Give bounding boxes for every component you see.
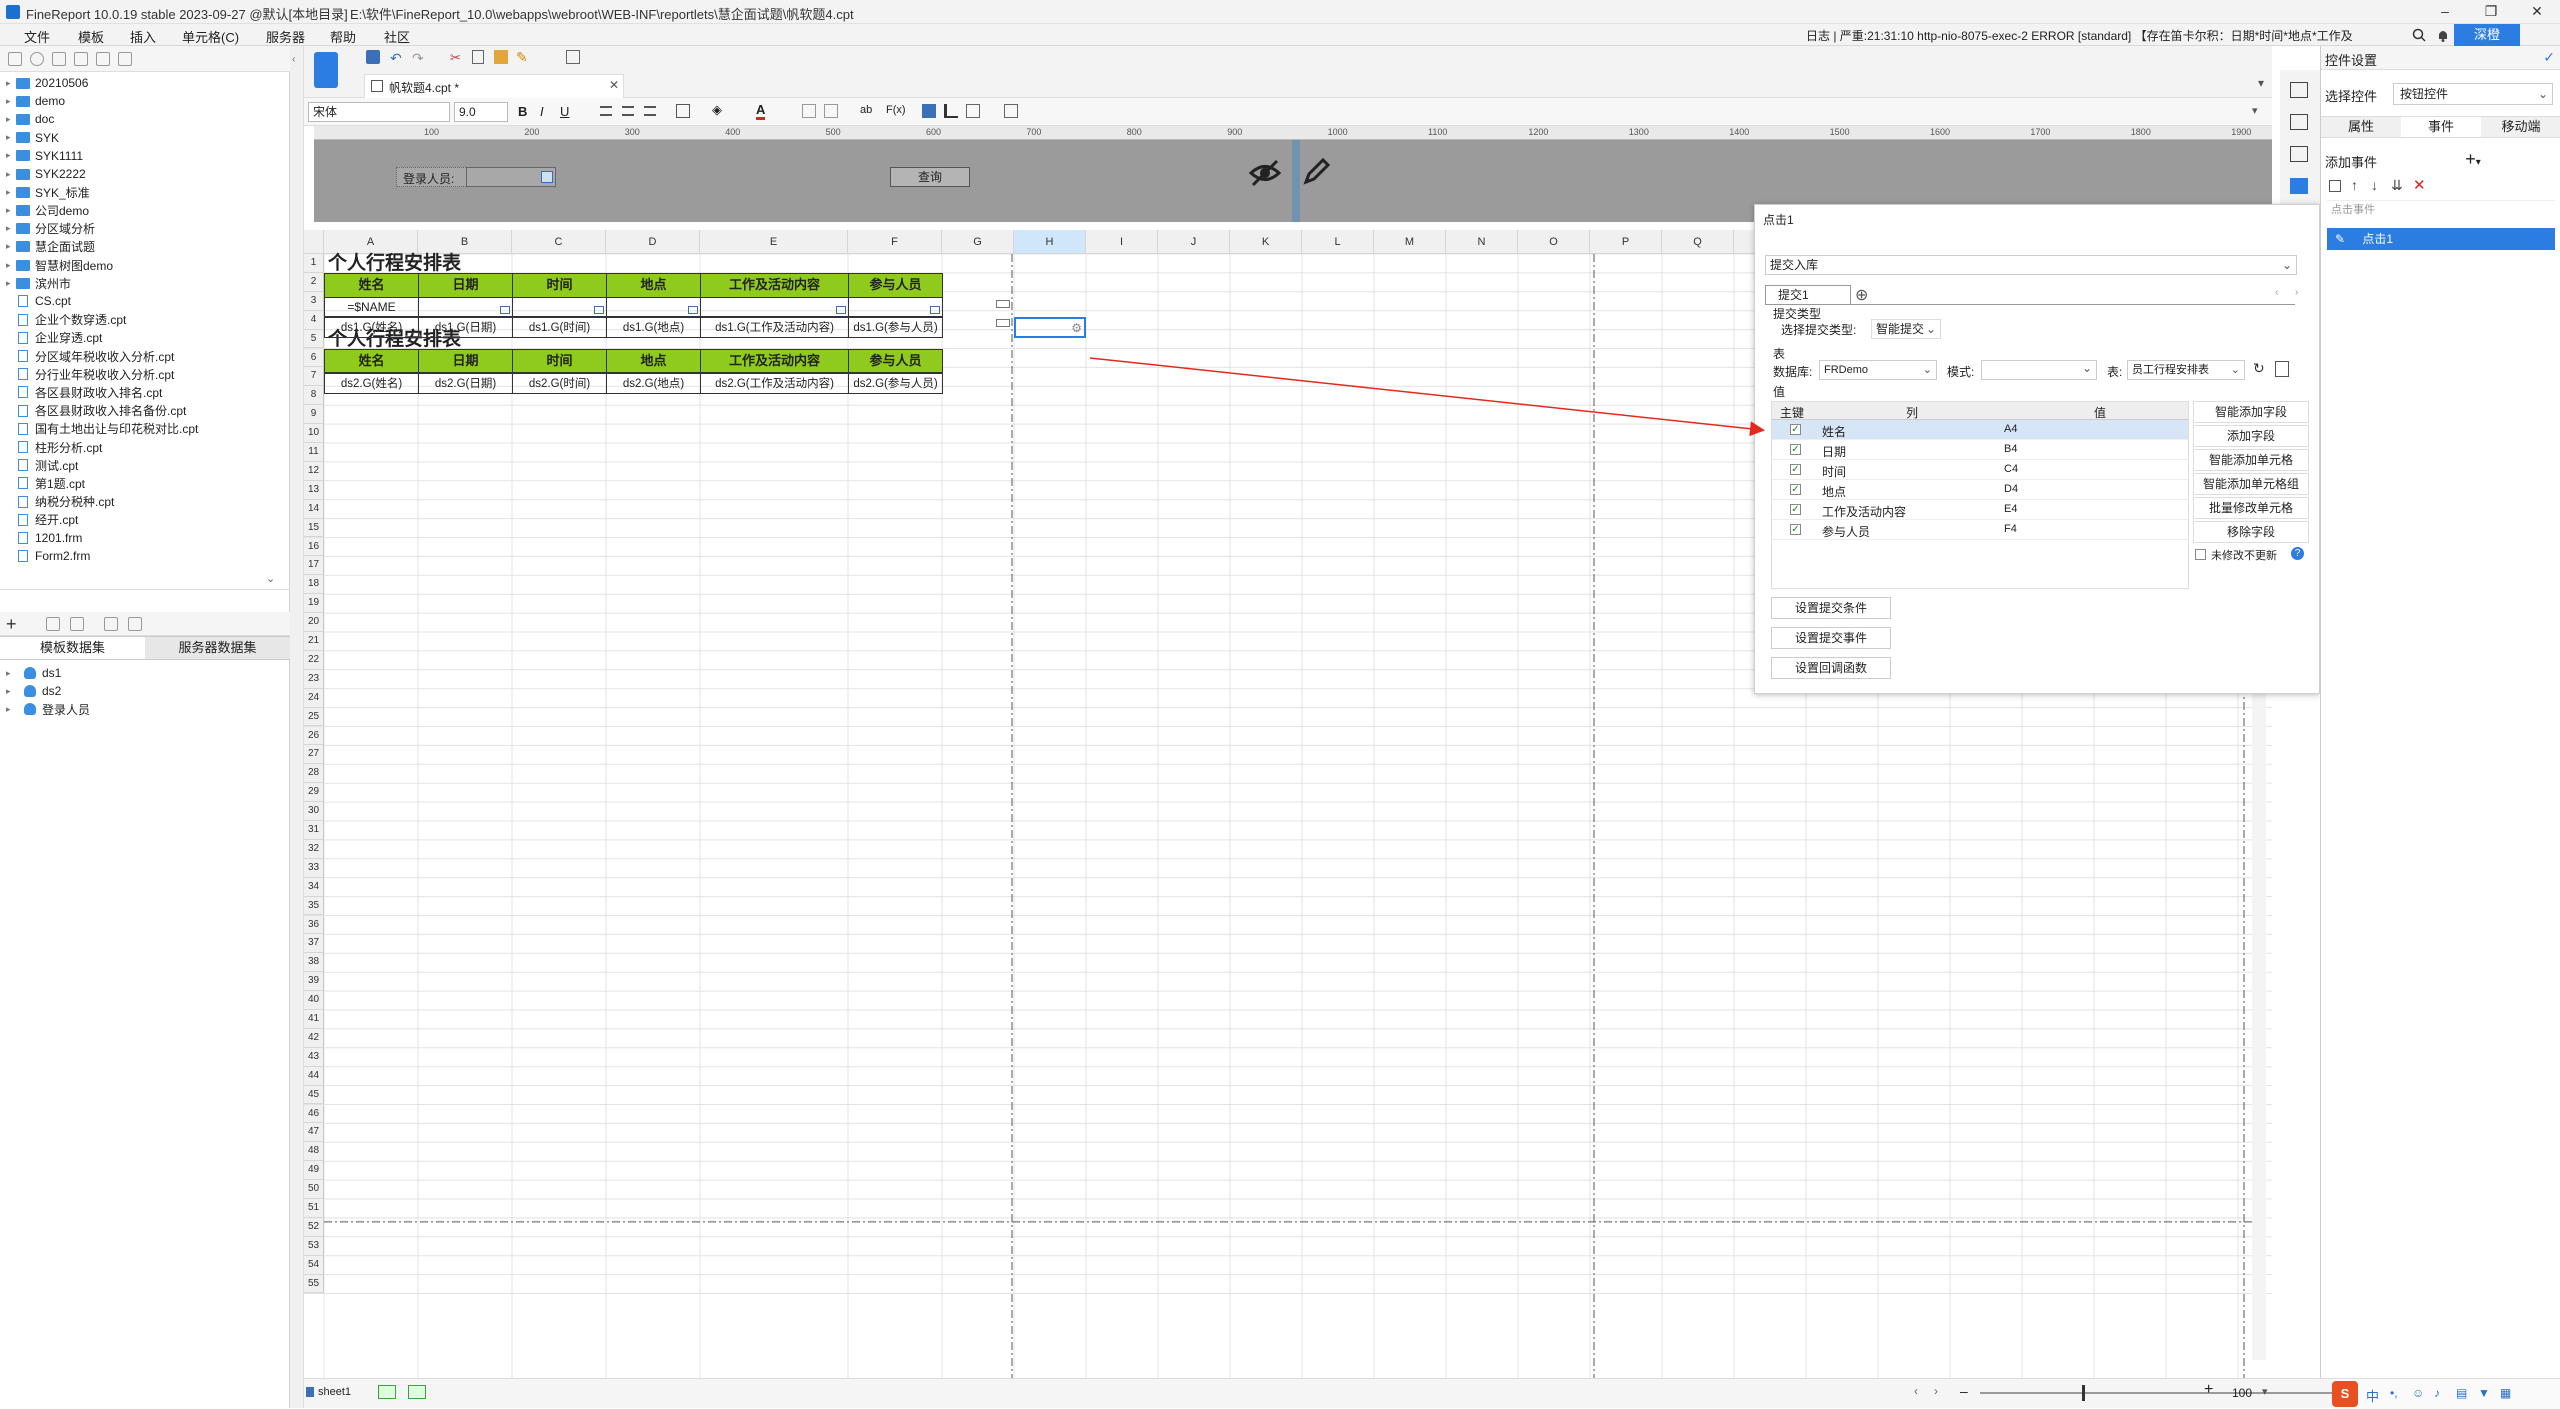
- page-next-icon[interactable]: ›: [1934, 1384, 1938, 1398]
- widget-type-select[interactable]: 按钮控件 ⌄: [2393, 83, 2553, 105]
- zoom-in-icon[interactable]: +: [2204, 1381, 2213, 1399]
- tab-events[interactable]: 事件: [2401, 117, 2481, 137]
- copy-event-icon[interactable]: [2329, 180, 2341, 192]
- move-down-icon[interactable]: ↓: [2371, 177, 2378, 193]
- zoom-level: 100: [2232, 1386, 2253, 1400]
- tab-mobile[interactable]: 移动端: [2481, 117, 2560, 137]
- punct-icon[interactable]: •,: [2390, 1386, 2398, 1400]
- sheet-tab[interactable]: sheet1: [318, 1386, 351, 1398]
- rp-tabs: 属性 事件 移动端: [2321, 116, 2560, 138]
- move-up-icon[interactable]: ↑: [2351, 177, 2358, 193]
- status-bar: sheet1 ‹ › – + 100 ▾ S 中 •, ☺ ♪ ▤ ▼ ▦: [304, 1378, 2560, 1409]
- check-icon[interactable]: ✓: [2543, 49, 2555, 66]
- add-sheet-icon[interactable]: [378, 1385, 396, 1399]
- tab-properties[interactable]: 属性: [2321, 117, 2401, 137]
- chevron-down-icon: ⌄: [2537, 87, 2548, 101]
- edit-icon: ✎: [2335, 232, 2346, 246]
- zoom-thumb[interactable]: [2082, 1385, 2085, 1401]
- mic-icon[interactable]: ♪: [2434, 1386, 2440, 1400]
- delete-event-icon[interactable]: ✕: [2413, 176, 2426, 194]
- event-group-label: 点击事件: [2327, 200, 2555, 218]
- ime-mode-label[interactable]: 中: [2366, 1386, 2379, 1405]
- zoom-out-icon[interactable]: –: [1960, 1383, 1968, 1399]
- move-bottom-icon[interactable]: ⇊: [2391, 177, 2403, 194]
- event-item-label: 点击1: [2362, 232, 2394, 246]
- emoji-icon[interactable]: ☺: [2412, 1386, 2424, 1400]
- keyboard-icon[interactable]: ▤: [2456, 1386, 2467, 1400]
- add-event-button[interactable]: +▾: [2393, 150, 2553, 170]
- sheet-icon: [306, 1387, 314, 1397]
- select-widget-label: 选择控件: [2325, 89, 2378, 104]
- page-prev-icon[interactable]: ‹: [1914, 1384, 1918, 1398]
- add-event-label: 添加事件: [2325, 155, 2378, 170]
- shirt-icon[interactable]: ▼: [2478, 1386, 2490, 1400]
- rp-header: 控件设置 ✓: [2321, 46, 2560, 70]
- zoom-menu-icon[interactable]: ▾: [2262, 1385, 2268, 1398]
- chevron-down-icon: ▾: [2475, 157, 2481, 168]
- widget-settings-panel: 控件设置 ✓ 选择控件 按钮控件 ⌄ 属性 事件 移动端 添加事件 +▾ ↑ ↓ …: [2320, 46, 2560, 1408]
- event-item-click1[interactable]: ✎ 点击1: [2327, 228, 2555, 250]
- widget-type-value: 按钮控件: [2400, 87, 2449, 101]
- rp-title: 控件设置: [2325, 53, 2378, 68]
- ime-icon[interactable]: S: [2332, 1381, 2358, 1407]
- annotation-arrow: [1089, 357, 1765, 437]
- tools-icon[interactable]: ▦: [2500, 1386, 2511, 1400]
- system-tray: S 中 •, ☺ ♪ ▤ ▼ ▦: [2332, 1379, 2560, 1409]
- add-polysheet-icon[interactable]: [408, 1385, 426, 1399]
